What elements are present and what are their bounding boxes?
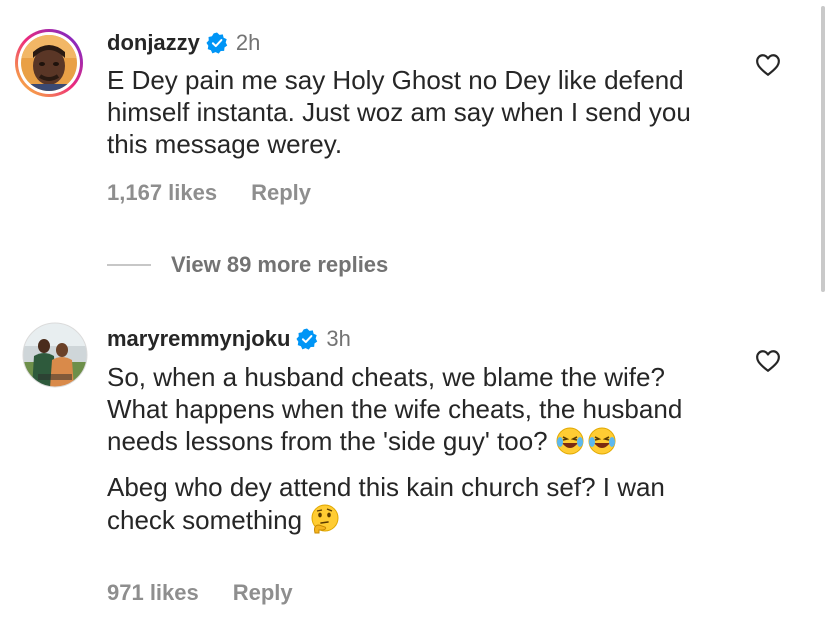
comment-body-paragraph-1: So, when a husband cheats, we blame the … — [107, 361, 707, 463]
avatar-donjazzy-image — [15, 29, 83, 97]
comment-text: So, when a husband cheats, we blame the … — [107, 361, 707, 542]
comment-donjazzy: donjazzy 2h E Dey pain me say Holy Ghost… — [0, 0, 829, 300]
comments-screen: donjazzy 2h E Dey pain me say Holy Ghost… — [0, 0, 829, 637]
comment-text: E Dey pain me say Holy Ghost no Dey like… — [107, 64, 727, 160]
replies-divider — [107, 264, 151, 266]
verified-badge-icon — [296, 328, 318, 350]
likes-count[interactable]: 1,167 likes — [107, 180, 217, 206]
comment-header: maryremmynjoku 3h — [107, 326, 351, 352]
comment-time: 3h — [326, 326, 351, 351]
username[interactable]: donjazzy — [107, 30, 200, 56]
comment-time: 2h — [235, 30, 261, 55]
comment-maryremmynjoku: maryremmynjoku 3h So, when a husband che… — [0, 300, 829, 637]
avatar[interactable] — [14, 28, 84, 98]
avatar[interactable] — [22, 322, 88, 388]
username[interactable]: maryremmynjoku — [107, 326, 290, 352]
likes-count[interactable]: 971 likes — [107, 580, 199, 606]
laughing-emoji-icon — [555, 426, 617, 463]
verified-badge-icon — [206, 32, 228, 54]
comment-header: donjazzy 2h — [107, 30, 260, 56]
heart-outline-icon[interactable] — [755, 349, 781, 373]
comment-meta: 1,167 likes Reply — [107, 180, 311, 206]
comment-meta: 971 likes Reply — [107, 580, 293, 606]
comment-body-text: Abeg who dey attend this kain church sef… — [107, 472, 665, 535]
avatar-maryremmynjoku-image — [22, 322, 88, 388]
heart-outline-icon[interactable] — [755, 53, 781, 77]
comment-body: E Dey pain me say Holy Ghost no Dey like… — [107, 65, 691, 159]
comment-body-paragraph-2: Abeg who dey attend this kain church sef… — [107, 471, 707, 542]
reply-button[interactable]: Reply — [233, 580, 293, 606]
thinking-emoji-icon — [309, 503, 341, 542]
reply-button[interactable]: Reply — [251, 180, 311, 206]
view-replies-label: View 89 more replies — [171, 252, 389, 277]
view-replies-button[interactable]: View 89 more replies — [107, 252, 388, 278]
